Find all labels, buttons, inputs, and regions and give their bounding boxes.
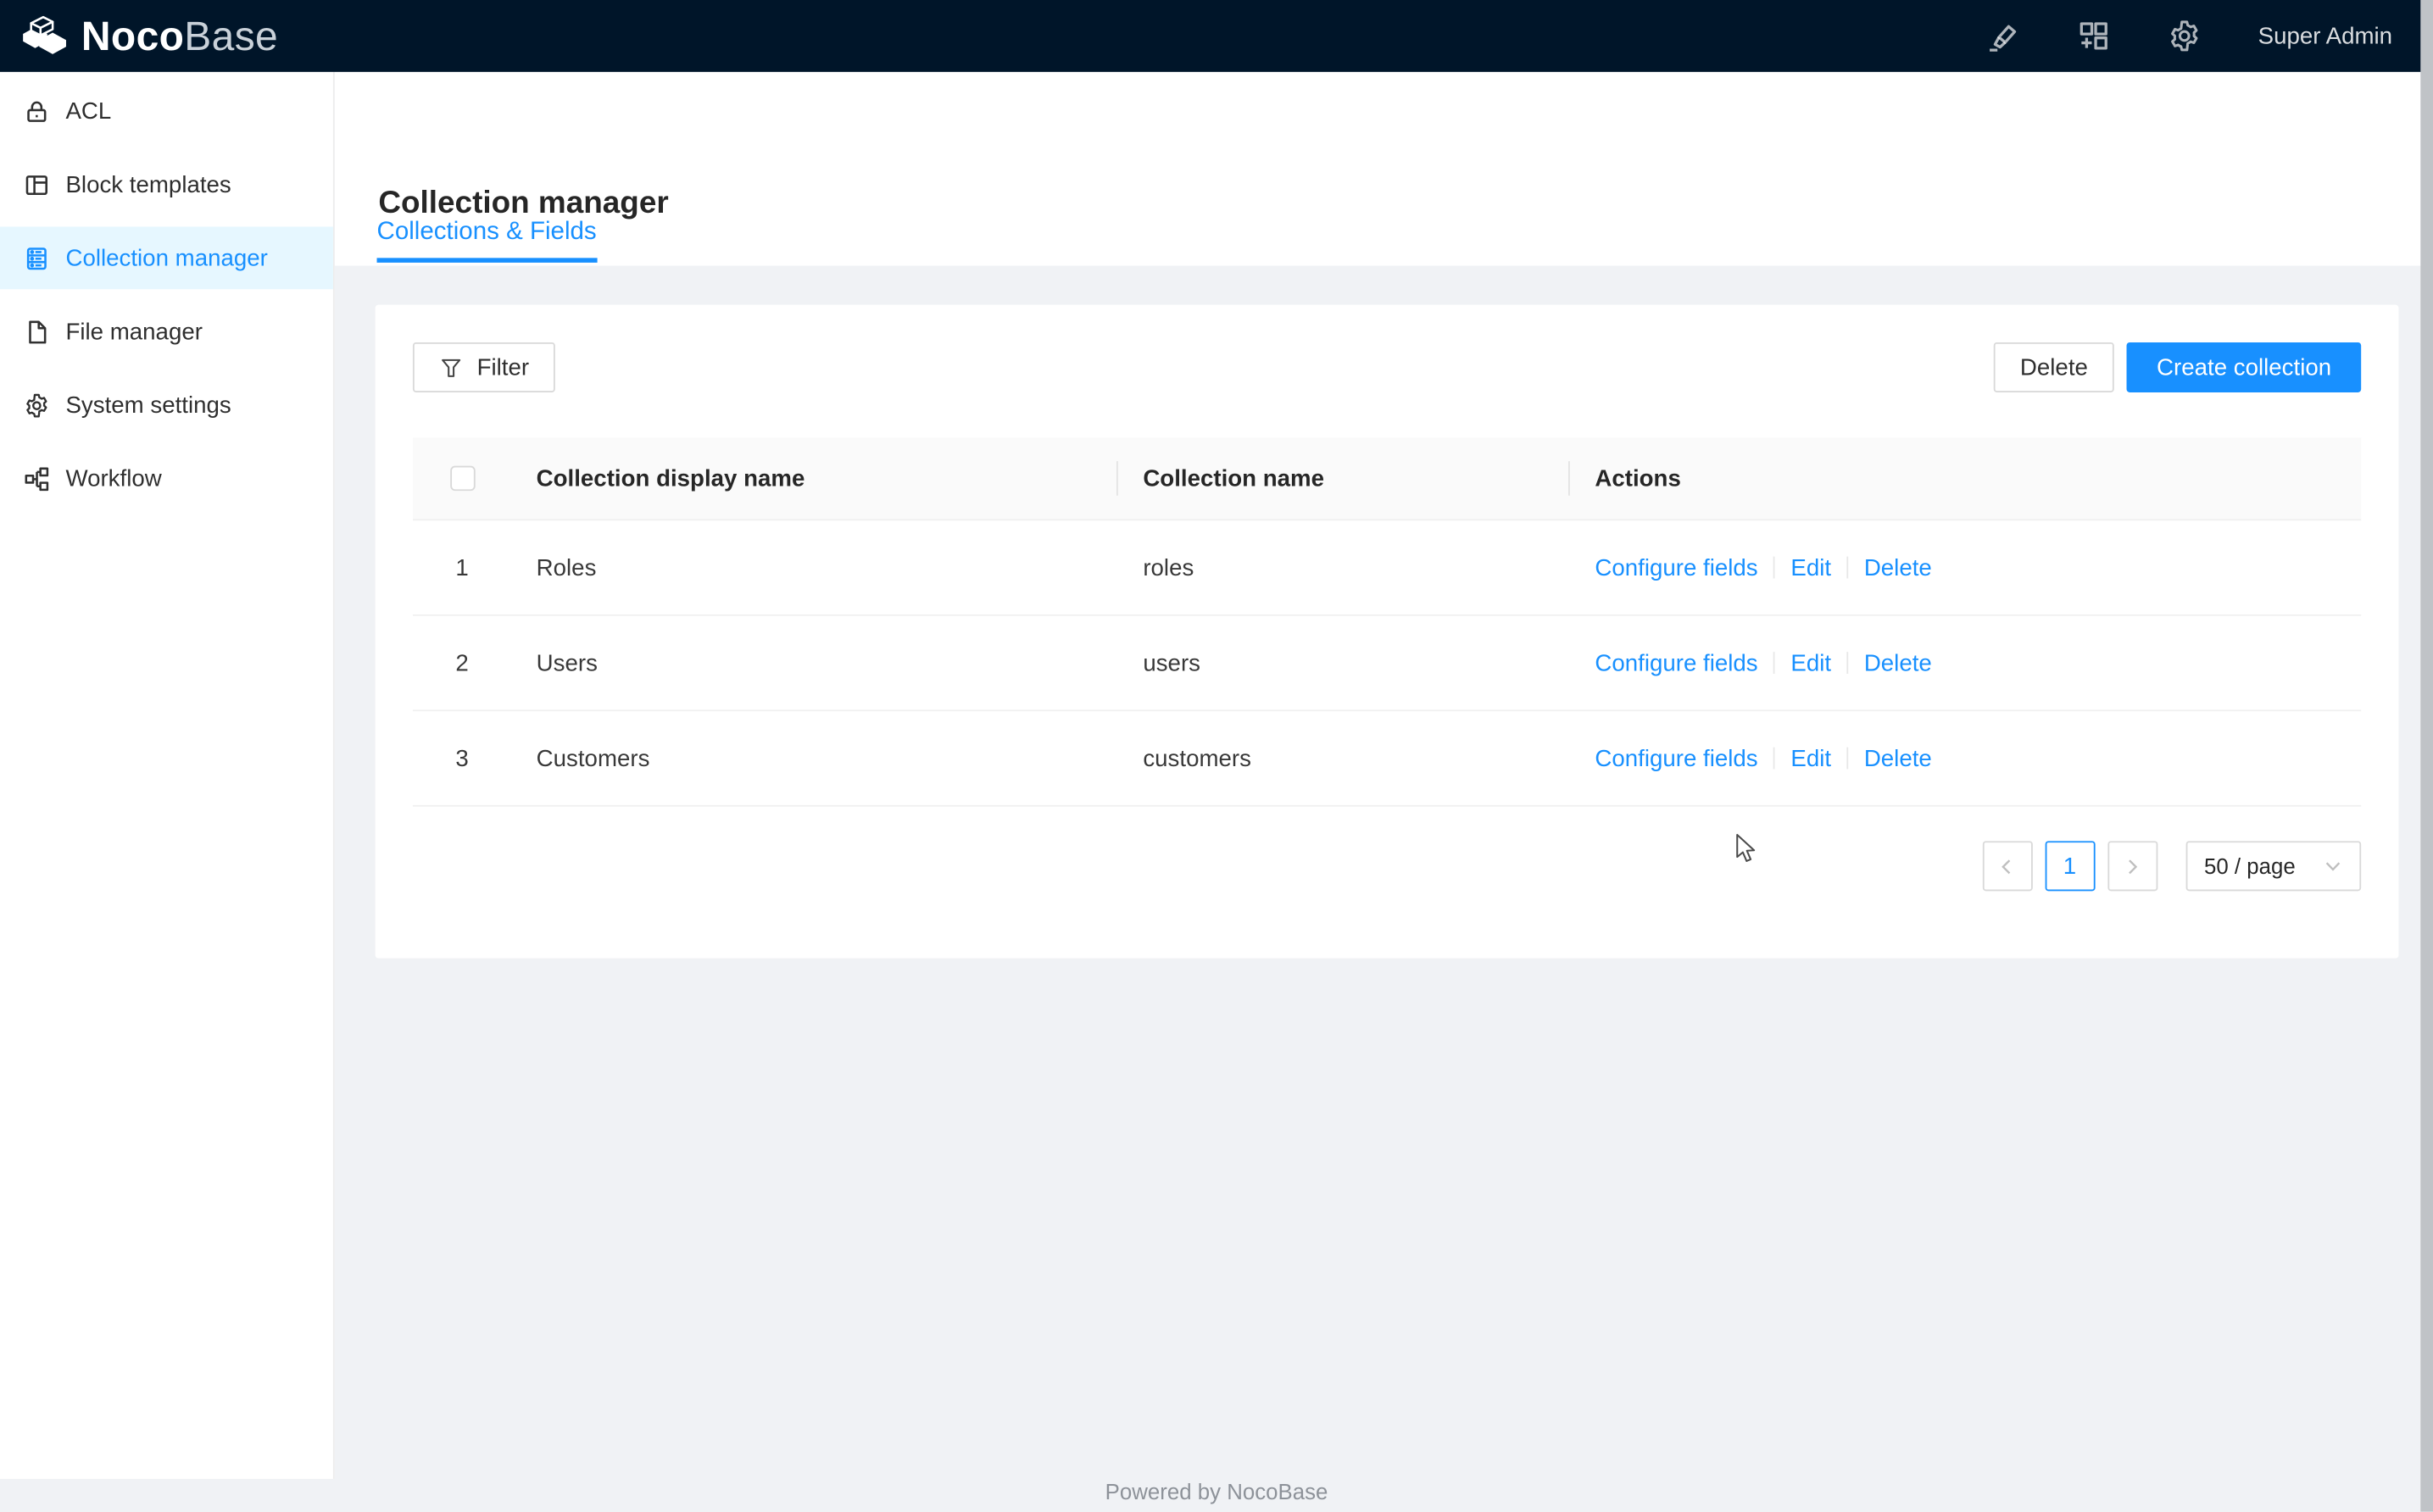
column-header-actions: Actions — [1570, 465, 2361, 492]
sidebar: ACL Block templates — [0, 72, 335, 1479]
sidebar-item-label: Workflow — [65, 465, 161, 492]
sidebar-item-acl[interactable]: ACL — [0, 80, 333, 142]
cell-actions: Configure fields Edit Delete — [1570, 554, 2361, 581]
lock-icon — [24, 97, 50, 124]
create-collection-button[interactable]: Create collection — [2127, 342, 2361, 392]
powered-by-footer: Powered by NocoBase — [0, 1479, 2433, 1504]
delete-button-label: Delete — [2020, 354, 2088, 381]
cell-name: roles — [1118, 554, 1570, 581]
chevron-left-icon — [1998, 858, 2015, 875]
pagination: 1 50 / page — [413, 841, 2361, 891]
logo-text-light: Base — [184, 13, 278, 59]
configure-fields-link[interactable]: Configure fields — [1595, 554, 1757, 581]
row-index: 2 — [413, 649, 511, 675]
configure-fields-link[interactable]: Configure fields — [1595, 649, 1757, 675]
row-index: 3 — [413, 745, 511, 771]
delete-link[interactable]: Delete — [1864, 745, 1932, 771]
settings-icon[interactable] — [2168, 19, 2202, 53]
nocobase-app: NocoBase — [0, 0, 2433, 1512]
main-area: Collection manager Collections & Fields … — [335, 72, 2433, 1512]
action-divider — [1847, 747, 1849, 769]
action-divider — [1773, 651, 1775, 673]
configure-fields-link[interactable]: Configure fields — [1595, 745, 1757, 771]
tab-collections-and-fields[interactable]: Collections & Fields — [377, 219, 597, 263]
pagination-page-1[interactable]: 1 — [2045, 841, 2095, 891]
gear-icon — [24, 392, 50, 418]
action-divider — [1847, 556, 1849, 578]
edit-link[interactable]: Edit — [1790, 745, 1831, 771]
cell-display-name: Customers — [511, 745, 1118, 771]
table-row: 3 Customers customers Configure fields Ed… — [413, 711, 2361, 807]
tab-bar: Collections & Fields — [377, 219, 597, 263]
nocobase-logo[interactable]: NocoBase — [20, 14, 278, 58]
create-collection-label: Create collection — [2157, 354, 2331, 381]
layout-icon — [24, 171, 50, 197]
action-divider — [1847, 651, 1849, 673]
user-menu[interactable]: Super Admin — [2258, 23, 2392, 49]
table-row: 2 Users users Configure fields Edit Delete — [413, 616, 2361, 712]
table-row: 1 Roles roles Configure fields Edit Delete — [413, 520, 2361, 616]
column-header-display-name: Collection display name — [511, 437, 1118, 519]
cell-display-name: Users — [511, 649, 1118, 675]
sidebar-item-collection-manager[interactable]: Collection manager — [0, 226, 333, 289]
top-header: NocoBase — [0, 0, 2433, 72]
delete-link[interactable]: Delete — [1864, 649, 1932, 675]
chevron-right-icon — [2124, 858, 2141, 875]
sidebar-item-system-settings[interactable]: System settings — [0, 374, 333, 436]
delete-button[interactable]: Delete — [1994, 342, 2115, 392]
cell-name: customers — [1118, 745, 1570, 771]
action-divider — [1773, 747, 1775, 769]
filter-button-label: Filter — [477, 354, 530, 381]
sidebar-item-label: System settings — [65, 392, 231, 418]
table-header-row: Collection display name Collection name … — [413, 437, 2361, 520]
database-icon — [24, 245, 50, 271]
page-header: Collection manager Collections & Fields — [335, 72, 2433, 266]
pagination-prev-button[interactable] — [1982, 841, 2032, 891]
cell-display-name: Roles — [511, 554, 1118, 581]
add-block-icon[interactable] — [2077, 19, 2112, 53]
cell-actions: Configure fields Edit Delete — [1570, 649, 2361, 675]
edit-link[interactable]: Edit — [1790, 554, 1831, 581]
header-select-cell — [413, 466, 511, 492]
chevron-down-icon — [2324, 857, 2342, 876]
filter-icon — [439, 356, 463, 380]
sidebar-item-label: ACL — [65, 97, 111, 124]
row-index: 1 — [413, 554, 511, 581]
sidebar-item-label: Collection manager — [65, 245, 267, 271]
vertical-scrollbar[interactable] — [2420, 0, 2433, 1512]
column-header-name: Collection name — [1118, 437, 1570, 519]
sidebar-item-label: File manager — [65, 318, 202, 344]
filter-button[interactable]: Filter — [413, 342, 555, 392]
cell-name: users — [1118, 649, 1570, 675]
collections-table: Collection display name Collection name … — [413, 437, 2361, 806]
logo-text: NocoBase — [81, 15, 278, 56]
workflow-icon — [24, 465, 50, 492]
select-all-checkbox[interactable] — [449, 466, 475, 492]
highlighter-icon[interactable] — [1986, 19, 2021, 53]
logo-text-bold: Noco — [81, 13, 184, 59]
sidebar-item-file-manager[interactable]: File manager — [0, 300, 333, 363]
sidebar-item-workflow[interactable]: Workflow — [0, 447, 333, 510]
sidebar-item-label: Block templates — [65, 171, 231, 197]
pagination-next-button[interactable] — [2107, 841, 2157, 891]
page-size-value: 50 / page — [2204, 853, 2296, 879]
edit-link[interactable]: Edit — [1790, 649, 1831, 675]
toolbar-right: Delete Create collection — [1981, 342, 2361, 392]
file-icon — [24, 318, 50, 344]
collections-card: Filter Delete Create collection Collecti… — [376, 305, 2399, 959]
delete-link[interactable]: Delete — [1864, 554, 1932, 581]
cell-actions: Configure fields Edit Delete — [1570, 745, 2361, 771]
header-actions: Super Admin — [1929, 19, 2392, 53]
sidebar-item-block-templates[interactable]: Block templates — [0, 153, 333, 216]
action-divider — [1773, 556, 1775, 578]
table-toolbar: Filter Delete Create collection — [413, 342, 2361, 392]
page-size-select[interactable]: 50 / page — [2185, 841, 2361, 891]
nocobase-cube-icon — [20, 14, 69, 58]
